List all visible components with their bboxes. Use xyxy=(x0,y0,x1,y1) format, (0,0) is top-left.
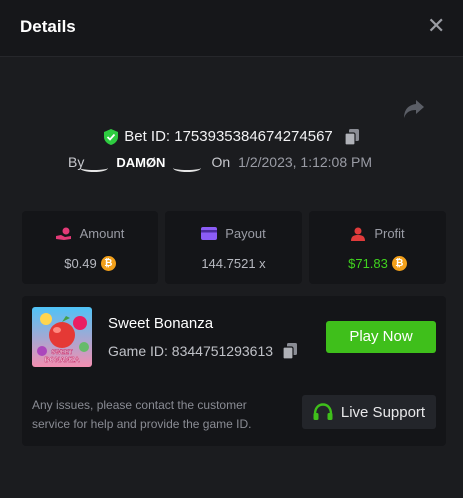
game-name[interactable]: Sweet Bonanza xyxy=(108,315,213,332)
live-support-label: Live Support xyxy=(340,403,426,421)
payout-label: Payout xyxy=(225,226,266,241)
svg-text:SWEET: SWEET xyxy=(51,350,73,356)
profit-label: Profit xyxy=(374,226,405,241)
amount-card: Amount $0.49 ₿ xyxy=(22,211,158,284)
card-icon xyxy=(201,227,218,240)
modal-header: Details ✕ xyxy=(0,0,463,57)
bet-id-text: Bet ID: 1753935384674274567 xyxy=(124,128,333,145)
sweet-bonanza-thumbnail-image: SWEET BONANZA xyxy=(32,307,92,367)
support-notice: Any issues, please contact the customer … xyxy=(32,398,252,431)
game-id-row: Game ID: 8344751293613 xyxy=(108,343,298,359)
profit-card: Profit $71.83 ₿ xyxy=(309,211,446,284)
payout-value: 144.7521 x xyxy=(201,256,266,271)
payout-card: Payout 144.7521 x xyxy=(165,211,302,284)
amount-value: $0.49 xyxy=(64,256,97,271)
bet-meta-row: By DAMØN On 1/2/2023, 1:12:08 PM xyxy=(68,154,373,172)
amount-label: Amount xyxy=(79,226,125,241)
profit-user-icon xyxy=(351,227,366,241)
bet-date: 1/2/2023, 1:12:08 PM xyxy=(238,154,373,170)
svg-text:BONANZA: BONANZA xyxy=(45,357,80,364)
username[interactable]: DAMØN xyxy=(80,155,202,172)
bitcoin-icon: ₿ xyxy=(391,256,407,271)
close-icon[interactable]: ✕ xyxy=(427,15,445,37)
share-icon[interactable] xyxy=(402,98,426,120)
play-now-button[interactable]: Play Now xyxy=(326,321,436,353)
headset-icon xyxy=(313,403,333,420)
shield-check-icon xyxy=(104,128,119,145)
game-card: SWEET BONANZA Sweet Bonanza Game ID: 834… xyxy=(22,296,446,446)
bitcoin-icon: ₿ xyxy=(100,256,116,271)
profit-value: $71.83 xyxy=(348,256,388,271)
bet-id-row: Bet ID: 1753935384674274567 xyxy=(0,128,463,149)
on-label: On xyxy=(211,154,231,170)
details-modal: Details ✕ Bet ID: 1753935384674274567 By… xyxy=(0,0,463,498)
copy-bet-id-icon[interactable] xyxy=(344,128,359,145)
live-support-button[interactable]: Live Support xyxy=(302,395,436,429)
game-id-text: Game ID: 8344751293613 xyxy=(108,343,274,359)
modal-title: Details xyxy=(20,17,76,36)
copy-game-id-icon[interactable] xyxy=(283,343,298,359)
game-thumbnail[interactable]: SWEET BONANZA xyxy=(32,307,92,367)
hand-coin-icon xyxy=(55,227,71,240)
